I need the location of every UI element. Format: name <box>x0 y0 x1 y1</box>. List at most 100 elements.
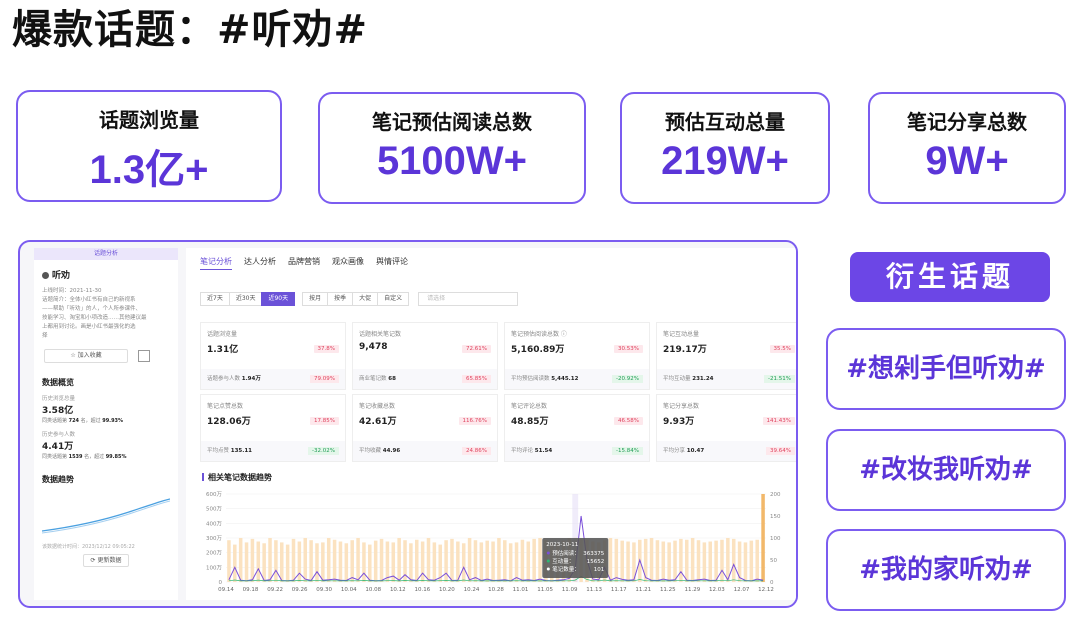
metric-card: 笔记评论总数 48.85万 46.58% 平均评论 51.54 -15.84% <box>504 394 650 462</box>
change-badge: 17.85% <box>310 417 339 425</box>
bar <box>461 543 466 582</box>
metric-card: 笔记分享总数 9.93万 141.43% 平均分享 10.47 39.64% <box>656 394 796 462</box>
stat-time: 该数据统计时间：2023/12/12 09:05:22 <box>42 544 135 550</box>
bar <box>532 538 536 582</box>
bar <box>467 538 472 582</box>
filter-30d[interactable]: 近30天 <box>228 292 263 306</box>
y-left-tick: 600万 <box>206 491 222 498</box>
meta-line: 上线时间：2021-11-30 <box>42 288 102 294</box>
tab-brand-marketing[interactable]: 品牌营销 <box>288 256 320 270</box>
series-line-read <box>228 515 764 582</box>
bar <box>350 540 354 582</box>
bar <box>379 538 384 582</box>
metric-card: 笔记互动总量 219.17万 35.5% 平均互动量 231.24 -21.51% <box>656 322 796 390</box>
stat-card-note-reads: 笔记预估阅读总数 5100W+ <box>318 92 586 204</box>
qrcode-icon[interactable] <box>138 349 150 362</box>
favorite-button[interactable]: ☆ 加入收藏 <box>44 349 128 363</box>
change-badge: 65.85% <box>462 375 491 383</box>
tab-comments[interactable]: 舆情评论 <box>376 256 408 270</box>
bar <box>626 541 630 582</box>
stat-value: 1.3亿+ <box>89 148 209 192</box>
change-badge: 39.64% <box>766 447 795 455</box>
stat-label: 笔记分享总数 <box>907 110 1027 134</box>
metric-card: 话题浏览量 1.31亿 37.8% 话题参与人数 1.94万 79.09% <box>200 322 346 390</box>
filter-bar: 近7天 近30天 近90天 按月 按季 大促 自定义 请选择 <box>200 292 519 306</box>
stat-card-topic-views: 话题浏览量 1.3亿+ <box>16 90 282 202</box>
bar <box>450 538 454 582</box>
stat-label: 预估互动总量 <box>665 110 785 134</box>
bar <box>655 540 660 582</box>
refresh-button[interactable]: ⟳ 更新数据 <box>83 554 129 567</box>
bar <box>291 538 296 582</box>
bar <box>608 538 613 582</box>
bar <box>368 544 372 582</box>
bar <box>702 542 707 582</box>
topic-meta: 上线时间：2021-11-30 话题简介：全体小红书有自己的新视系 ——帮助「听… <box>42 287 170 341</box>
overview-item: 历史参与人数 4.41万 同类话题第 1539 名，超过 99.85% <box>42 430 178 460</box>
x-tick: 12.03 <box>709 587 725 593</box>
bar <box>685 539 689 582</box>
bar <box>473 540 478 582</box>
y-right-tick: 150 <box>770 514 781 520</box>
tooltip-dot <box>546 567 550 571</box>
filter-custom[interactable]: 自定义 <box>377 292 410 306</box>
bar <box>332 539 337 582</box>
change-badge: 35.5% <box>769 345 795 353</box>
bar <box>503 540 507 582</box>
bar <box>233 544 237 582</box>
change-badge: 72.61% <box>462 345 491 353</box>
meta-line: 话题简介：全体小红书有自己的新视系 <box>42 297 136 303</box>
bar <box>508 543 513 582</box>
x-tick: 11.25 <box>660 587 676 593</box>
bar <box>303 538 307 582</box>
derived-topics-heading: 衍生话题 <box>850 252 1050 302</box>
stat-value: 5100W+ <box>376 139 528 183</box>
stat-label: 笔记预估阅读总数 <box>372 110 532 134</box>
mini-trend-chart <box>41 491 171 535</box>
stat-card-shares: 笔记分享总数 9W+ <box>868 92 1066 204</box>
tooltip-dot <box>546 551 550 555</box>
bar <box>749 540 754 582</box>
filter-90d[interactable]: 近90天 <box>261 292 296 306</box>
change-badge: 46.58% <box>614 417 643 425</box>
x-tick: 11.09 <box>562 587 578 593</box>
meta-line: 择 <box>42 333 48 339</box>
bar <box>238 538 243 582</box>
period-select[interactable]: 请选择 <box>418 292 519 306</box>
filter-promo[interactable]: 大促 <box>352 292 379 306</box>
derived-topic-card: #改妆我听劝# <box>826 429 1066 511</box>
bar <box>667 542 671 582</box>
change-badge: 37.8% <box>313 345 339 353</box>
filter-7d[interactable]: 近7天 <box>200 292 230 306</box>
bar <box>614 538 619 582</box>
analysis-panel: 笔记分析 达人分析 品牌营销 观众画像 舆情评论 近7天 近30天 近90天 按… <box>186 248 796 600</box>
change-badge: -15.84% <box>612 447 643 455</box>
filter-month[interactable]: 按月 <box>302 292 329 306</box>
bar <box>256 541 261 582</box>
bar <box>755 539 759 582</box>
topic-name-text: 听劝 <box>52 271 71 281</box>
x-tick: 11.01 <box>513 587 529 593</box>
bar <box>397 538 401 582</box>
y-right-tick: 100 <box>770 536 781 542</box>
bar <box>673 540 677 582</box>
tab-audience[interactable]: 观众画像 <box>332 256 364 270</box>
y-left-tick: 300万 <box>206 535 222 542</box>
bar <box>373 540 378 582</box>
tooltip-date: 2023-10-11 <box>546 542 578 548</box>
overview-key: 历史参与人数 <box>42 432 76 438</box>
filter-quarter[interactable]: 按季 <box>327 292 354 306</box>
x-tick: 11.21 <box>635 587 651 593</box>
y-right-tick: 200 <box>770 492 781 498</box>
tab-note-analysis[interactable]: 笔记分析 <box>200 256 232 270</box>
topic-name: 听劝 <box>42 268 178 281</box>
bar <box>720 539 724 582</box>
tab-kol-analysis[interactable]: 达人分析 <box>244 256 276 270</box>
change-badge: 24.86% <box>462 447 491 455</box>
bar <box>268 538 272 582</box>
stat-label: 话题浏览量 <box>99 108 199 132</box>
y-right-tick: 0 <box>770 580 774 586</box>
bar <box>285 544 290 582</box>
bar <box>250 538 255 582</box>
bar <box>661 541 666 582</box>
